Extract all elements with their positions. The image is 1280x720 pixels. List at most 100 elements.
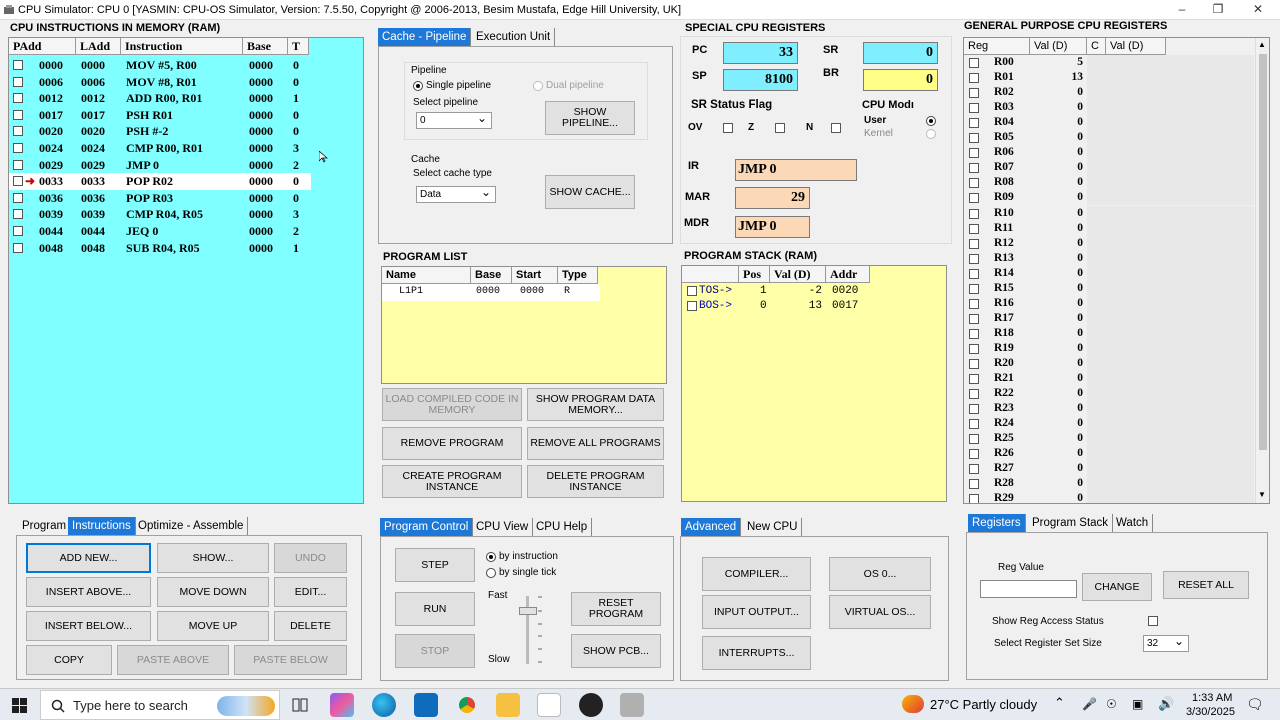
col-header-c[interactable]: C — [1087, 38, 1106, 55]
col-header-base[interactable]: Base — [471, 267, 512, 284]
taskbar-search-box[interactable]: Type here to search — [40, 690, 280, 720]
microsoft-store-icon[interactable] — [537, 693, 561, 717]
show-pcb-button[interactable]: SHOW PCB... — [571, 634, 661, 668]
register-checkbox[interactable] — [969, 193, 979, 204]
show-reg-access-checkbox[interactable] — [1148, 616, 1158, 626]
col-header-base[interactable]: Base — [243, 38, 288, 55]
br-register[interactable]: 0 — [863, 69, 938, 91]
tab-instructions[interactable]: Instructions — [68, 517, 136, 535]
gp-scrollbar-thumb[interactable] — [1259, 54, 1267, 450]
show-cache-button[interactable]: SHOW CACHE... — [545, 175, 635, 209]
col-header-ladd[interactable]: LAdd — [76, 38, 121, 55]
tab-cpu-view[interactable]: CPU View — [472, 518, 534, 536]
reset-all-button[interactable]: RESET ALL — [1163, 571, 1249, 599]
remove-all-programs-button[interactable]: REMOVE ALL PROGRAMS — [527, 427, 664, 460]
row-checkbox[interactable] — [13, 209, 23, 220]
flag-z-checkbox[interactable] — [775, 123, 785, 133]
show-program-data-memory-button[interactable]: SHOW PROGRAM DATA MEMORY... — [527, 388, 664, 421]
register-checkbox[interactable] — [969, 404, 979, 415]
close-icon[interactable]: ✕ — [1248, 2, 1268, 18]
show-button[interactable]: SHOW... — [157, 543, 269, 573]
register-checkbox[interactable] — [969, 434, 979, 445]
row-checkbox[interactable] — [13, 192, 23, 203]
create-program-instance-button[interactable]: CREATE PROGRAM INSTANCE — [382, 465, 522, 498]
register-checkbox[interactable] — [969, 449, 979, 460]
copilot-icon[interactable] — [330, 693, 354, 717]
speed-slider-handle[interactable] — [519, 607, 537, 615]
register-checkbox[interactable] — [969, 298, 979, 309]
row-checkbox[interactable] — [13, 159, 23, 170]
change-button[interactable]: CHANGE — [1082, 573, 1152, 601]
tab-program[interactable]: Program — [18, 517, 72, 535]
clock-time[interactable]: 1:33 AM — [1192, 692, 1232, 704]
run-button[interactable]: RUN — [395, 592, 475, 626]
col-header-padd[interactable]: PAdd — [9, 38, 76, 55]
outlook-icon[interactable] — [414, 693, 438, 717]
col-header-blank[interactable] — [682, 266, 739, 283]
col-header-val2[interactable]: Val (D) — [1106, 38, 1166, 55]
table-row[interactable]: 0017 0017 PSH R01 0000 0 — [9, 107, 311, 124]
register-set-size-select[interactable]: 32 — [1143, 633, 1189, 652]
compiler-button[interactable]: COMPILER... — [702, 557, 811, 591]
table-row[interactable]: 0000 0000 MOV #5, R00 0000 0 — [9, 57, 311, 74]
row-checkbox[interactable] — [13, 109, 23, 120]
table-row[interactable]: 0024 0024 CMP R00, R01 0000 3 — [9, 140, 311, 157]
tab-new-cpu[interactable]: New CPU — [743, 518, 803, 536]
program-list-table[interactable]: Name Base Start Type L1P1 0000 0000 R — [381, 266, 667, 384]
col-header-name[interactable]: Name — [382, 267, 471, 284]
tab-program-control[interactable]: Program Control — [380, 518, 474, 536]
minimize-icon[interactable]: – — [1172, 2, 1192, 18]
register-checkbox[interactable] — [969, 238, 979, 249]
col-header-val[interactable]: Val (D) — [1030, 38, 1087, 55]
register-checkbox[interactable] — [969, 389, 979, 400]
register-checkbox[interactable] — [969, 313, 979, 324]
register-checkbox[interactable] — [969, 88, 979, 99]
sr-register[interactable]: 0 — [863, 42, 938, 64]
scroll-down-icon[interactable]: ▼ — [1258, 490, 1266, 499]
gp-registers-table[interactable]: Reg Val (D) C Val (D) R00 5 R01 13 R02 0 R03 0 R… — [963, 37, 1270, 504]
register-checkbox[interactable] — [969, 374, 979, 385]
weather-icon[interactable] — [902, 695, 924, 713]
edit-button[interactable]: EDIT... — [274, 577, 347, 607]
scroll-up-icon[interactable]: ▲ — [1258, 40, 1266, 49]
table-row[interactable]: BOS-> 0 13 0017 — [682, 298, 872, 315]
reg-value-input[interactable] — [980, 580, 1077, 598]
file-explorer-icon[interactable] — [496, 693, 520, 717]
register-checkbox[interactable] — [969, 148, 979, 159]
table-row[interactable]: 0012 0012 ADD R00, R01 0000 1 — [9, 90, 311, 107]
register-checkbox[interactable] — [969, 163, 979, 174]
clock-date[interactable]: 3/30/2025 — [1186, 706, 1235, 718]
move-down-button[interactable]: MOVE DOWN — [157, 577, 269, 607]
show-pipeline-button[interactable]: SHOW PIPELINE... — [545, 101, 635, 135]
tab-watch[interactable]: Watch — [1112, 514, 1154, 532]
volume-icon[interactable]: 🔊 — [1158, 696, 1174, 712]
ir-register[interactable]: JMP 0 — [735, 159, 857, 181]
flag-ov-checkbox[interactable] — [723, 123, 733, 133]
col-header-pos[interactable]: Pos — [739, 266, 770, 283]
register-checkbox[interactable] — [969, 479, 979, 490]
register-checkbox[interactable] — [969, 359, 979, 369]
col-header-t[interactable]: T — [288, 38, 309, 55]
network-icon[interactable]: ▣ — [1132, 697, 1143, 711]
table-row[interactable]: L1P1 0000 0000 R — [382, 284, 600, 301]
mdr-register[interactable]: JMP 0 — [735, 216, 810, 238]
register-checkbox[interactable] — [969, 118, 979, 129]
table-row[interactable]: 0020 0020 PSH #-2 0000 0 — [9, 123, 311, 140]
tab-program-stack[interactable]: Program Stack — [1028, 514, 1114, 532]
step-button[interactable]: STEP — [395, 548, 475, 582]
col-header-addr[interactable]: Addr — [826, 266, 870, 283]
microphone-icon[interactable]: 🎤 — [1082, 697, 1097, 711]
stack-row-checkbox[interactable] — [687, 301, 697, 311]
delete-button[interactable]: DELETE — [274, 611, 347, 641]
mode-kernel-radio[interactable] — [926, 129, 936, 139]
delete-program-instance-button[interactable]: DELETE PROGRAM INSTANCE — [527, 465, 664, 498]
register-checkbox[interactable] — [969, 494, 979, 503]
register-checkbox[interactable] — [969, 283, 979, 294]
register-checkbox[interactable] — [969, 343, 979, 354]
row-checkbox[interactable] — [13, 242, 23, 253]
location-icon[interactable]: ☉ — [1106, 697, 1117, 711]
task-view-icon[interactable] — [292, 698, 308, 712]
tab-cache-pipeline[interactable]: Cache - Pipeline — [378, 28, 472, 46]
register-checkbox[interactable] — [969, 223, 979, 234]
chevron-up-icon[interactable]: ⌃ — [1054, 695, 1065, 711]
